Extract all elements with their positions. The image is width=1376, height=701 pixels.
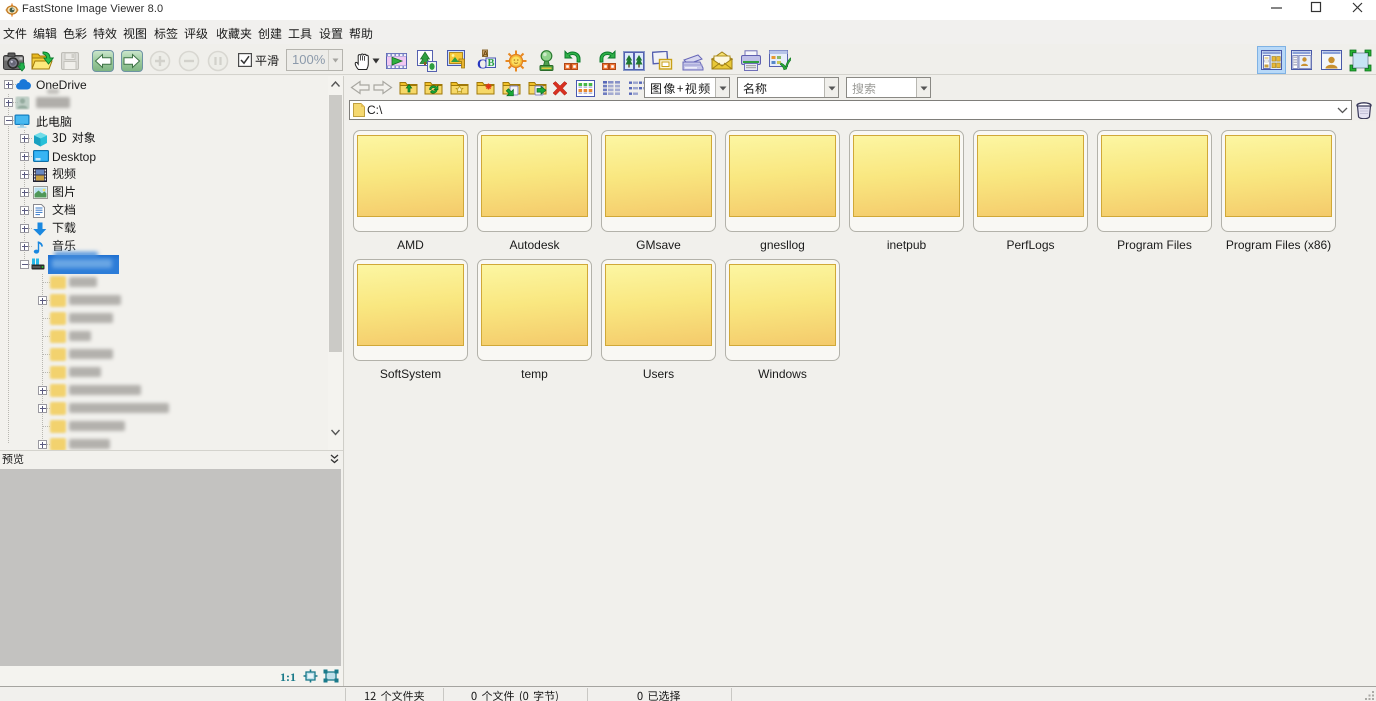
svg-text:C: C bbox=[477, 58, 487, 73]
svg-text:B: B bbox=[488, 58, 495, 69]
